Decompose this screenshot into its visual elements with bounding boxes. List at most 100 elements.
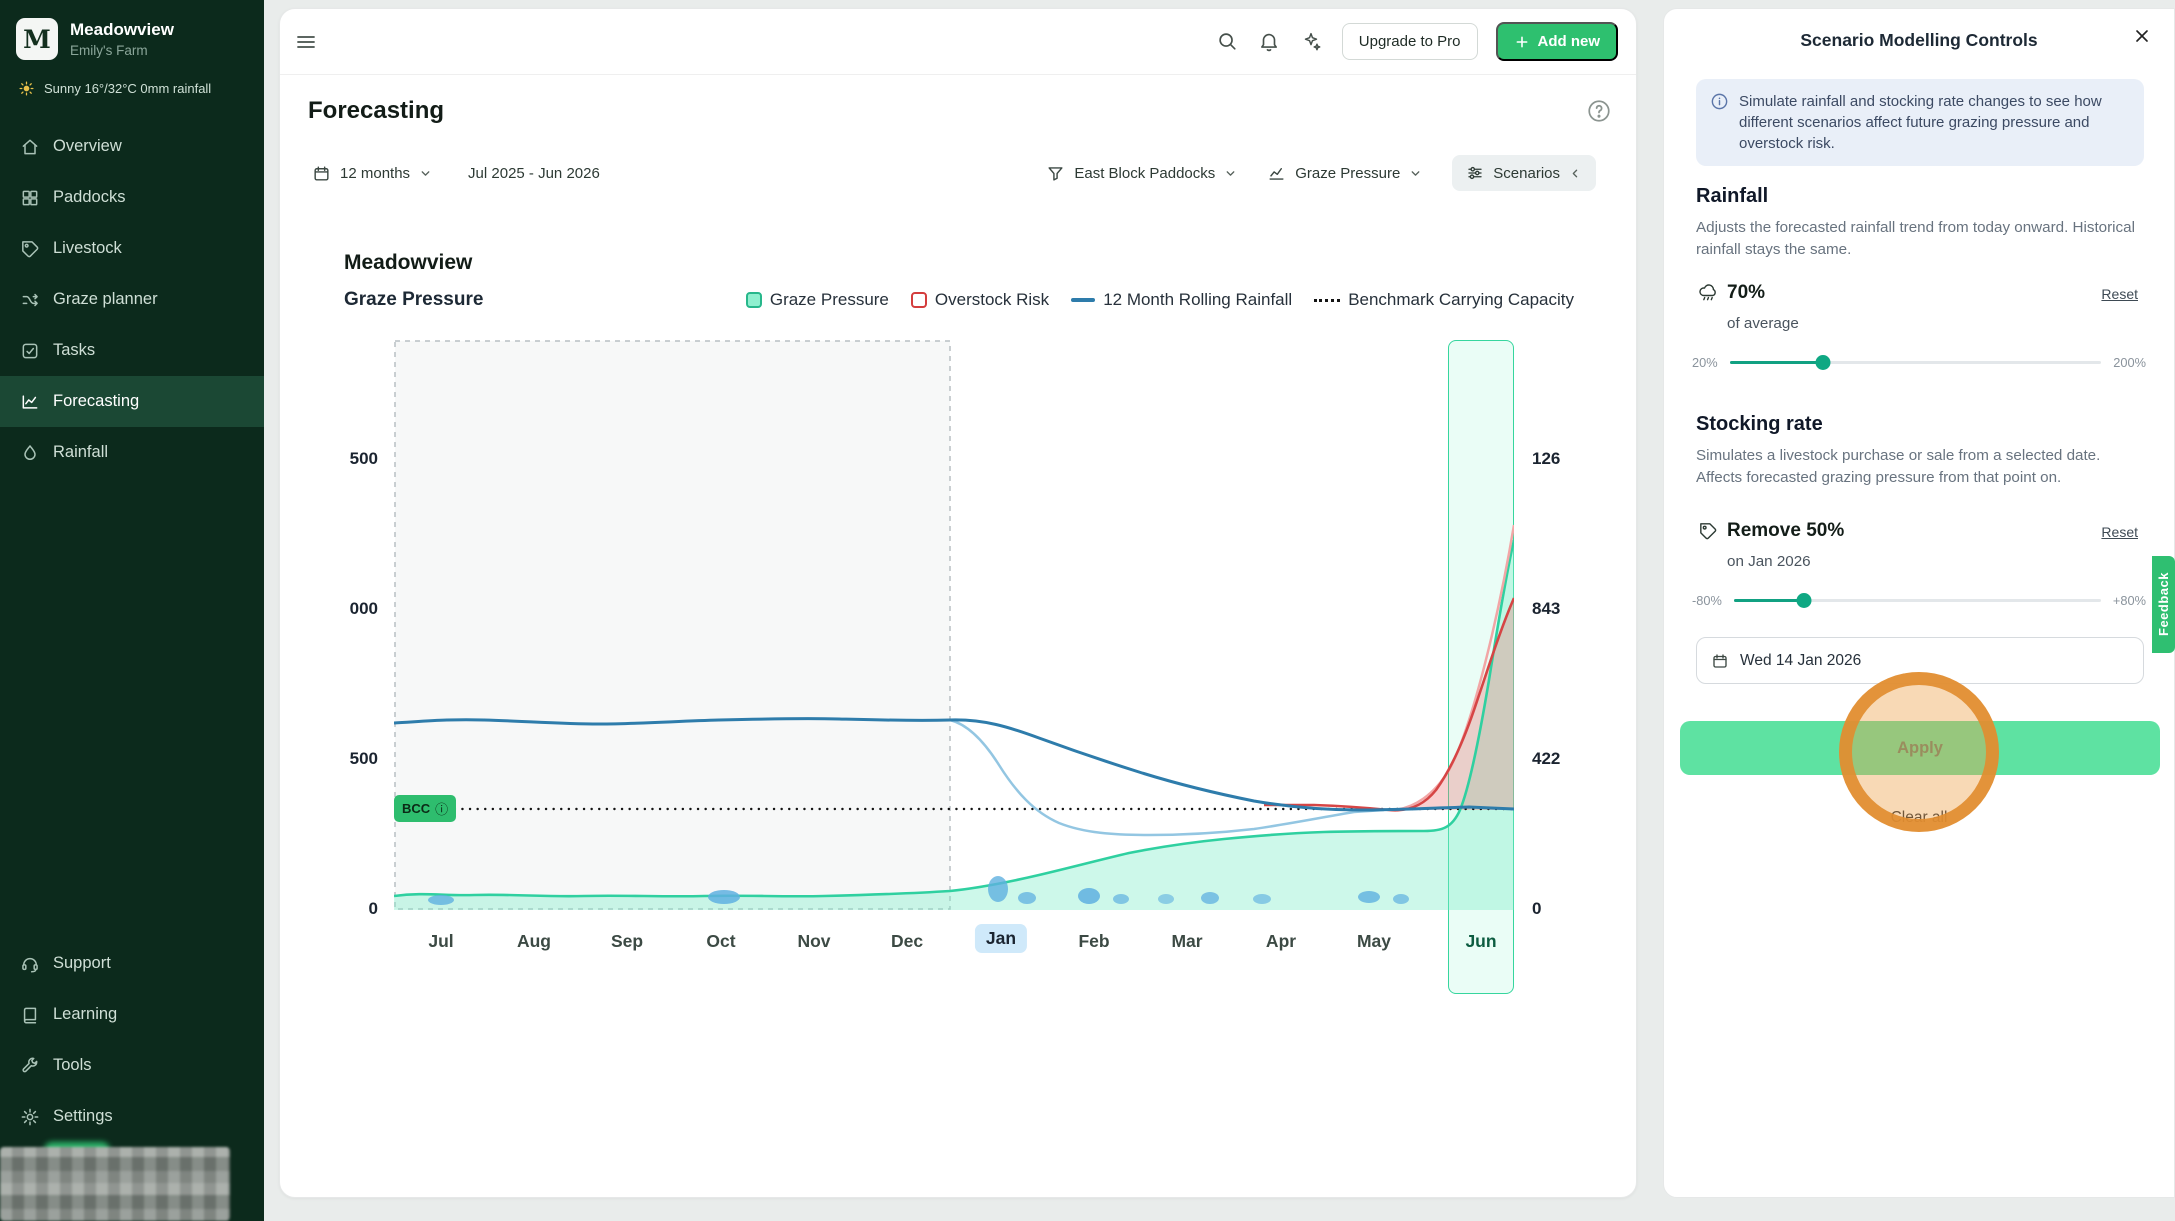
month-label-jul[interactable]: Jul (428, 931, 453, 952)
info-icon (1710, 92, 1729, 111)
rainfall-slider: 20% 200% (1692, 353, 2146, 371)
month-label-jun-selected[interactable]: Jun (1465, 931, 1496, 952)
stocking-slider-thumb[interactable] (1796, 593, 1811, 608)
sidebar-item-learning[interactable]: Learning (0, 989, 264, 1040)
teal-square-swatch (746, 292, 762, 308)
rainfall-value-sub: of average (1727, 315, 1799, 332)
feedback-tab[interactable]: Feedback (2152, 556, 2175, 653)
sidebar-item-label: Graze planner (53, 290, 158, 309)
clear-all-link[interactable]: Clear all (1664, 809, 2174, 827)
blurred-user-block (0, 1147, 230, 1221)
month-label-dec[interactable]: Dec (891, 931, 923, 952)
search-icon[interactable] (1216, 30, 1240, 54)
panel-title: Scenario Modelling Controls (1664, 30, 2174, 51)
month-label-oct[interactable]: Oct (706, 931, 735, 952)
scenario-info-box: Simulate rainfall and stocking rate chan… (1696, 79, 2144, 166)
headset-icon (20, 954, 40, 974)
stocking-slider-max: +80% (2113, 593, 2146, 608)
rainfall-heading: Rainfall (1696, 185, 1768, 208)
close-icon[interactable] (2132, 26, 2152, 46)
paddocks-label: East Block Paddocks (1074, 165, 1215, 182)
calendar-icon (1711, 652, 1729, 670)
sparkles-icon[interactable] (1300, 30, 1324, 54)
paddocks-select[interactable]: East Block Paddocks (1046, 164, 1237, 183)
date-range-label: 12 months (340, 165, 410, 182)
month-label-nov[interactable]: Nov (797, 931, 830, 952)
left-axis-tick: 0 (308, 899, 378, 919)
metric-select[interactable]: Graze Pressure (1267, 164, 1422, 183)
gear-icon (20, 1107, 40, 1127)
month-label-aug[interactable]: Aug (517, 931, 551, 952)
grid-icon (20, 188, 40, 208)
month-label-sep[interactable]: Sep (611, 931, 643, 952)
sidebar-item-label: Tasks (53, 341, 95, 360)
book-icon (20, 1005, 40, 1025)
sidebar-item-label: Rainfall (53, 443, 108, 462)
legend-rolling-rainfall: 12 Month Rolling Rainfall (1071, 290, 1292, 310)
rainfall-slider-thumb[interactable] (1815, 355, 1830, 370)
stocking-heading: Stocking rate (1696, 413, 1823, 436)
month-label-mar[interactable]: Mar (1171, 931, 1202, 952)
chart-legend: Graze Pressure Overstock Risk 12 Month R… (746, 290, 1574, 310)
sidebar-item-livestock[interactable]: Livestock (0, 223, 264, 274)
left-axis-tick: 000 (308, 599, 378, 619)
add-new-button[interactable]: Add new (1496, 22, 1619, 61)
sidebar-item-tools[interactable]: Tools (0, 1040, 264, 1091)
bcc-badge[interactable]: BCC ⓘ (394, 795, 456, 822)
chart-subtitle: Graze Pressure (344, 289, 483, 311)
sidebar-item-settings[interactable]: Settings (0, 1091, 264, 1142)
right-axis-tick: 843 (1532, 599, 1602, 619)
sidebar-item-rainfall[interactable]: Rainfall (0, 427, 264, 478)
calendar-icon (312, 164, 331, 183)
sidebar-item-graze-planner[interactable]: Graze planner (0, 274, 264, 325)
sun-icon (18, 80, 35, 97)
right-axis-tick: 126 (1532, 449, 1602, 469)
month-label-may[interactable]: May (1357, 931, 1391, 952)
rainfall-slider-track[interactable] (1730, 353, 2102, 371)
historical-region (395, 341, 950, 909)
sidebar-item-forecasting[interactable]: Forecasting (0, 376, 264, 427)
sidebar-nav: Overview Paddocks Livestock Graze planne… (0, 121, 264, 478)
farm-logo: M (16, 18, 58, 60)
stocking-date-input[interactable]: Wed 14 Jan 2026 (1696, 637, 2144, 684)
legend-overstock-risk: Overstock Risk (911, 290, 1049, 310)
route-icon (20, 290, 40, 310)
stocking-reset-link[interactable]: Reset (2101, 524, 2138, 540)
help-icon[interactable] (1586, 98, 1612, 124)
scenarios-button[interactable]: Scenarios (1452, 155, 1596, 191)
date-range-select[interactable]: 12 months (312, 164, 432, 183)
sidebar-item-tasks[interactable]: Tasks (0, 325, 264, 376)
sidebar-header: M Meadowview Emily's Farm (0, 0, 264, 70)
hamburger-menu-icon[interactable] (294, 30, 318, 54)
stocking-value: Remove 50% (1727, 520, 1844, 542)
chart-legend-row: Graze Pressure Graze Pressure Overstock … (344, 289, 1574, 311)
rainfall-slider-max: 200% (2113, 355, 2146, 370)
weather-text: Sunny 16°/32°C 0mm rainfall (44, 81, 211, 96)
bcc-label: BCC (402, 801, 430, 816)
notifications-bell-icon[interactable] (1258, 30, 1282, 54)
month-label-jan-highlighted[interactable]: Jan (975, 924, 1027, 953)
month-label-feb[interactable]: Feb (1078, 931, 1109, 952)
chart-metric-icon (1267, 164, 1286, 183)
sidebar-item-overview[interactable]: Overview (0, 121, 264, 172)
chart-plot[interactable] (394, 340, 1514, 910)
chevron-down-icon (1224, 167, 1237, 180)
sidebar-item-label: Paddocks (53, 188, 125, 207)
sidebar-item-label: Livestock (53, 239, 122, 258)
legend-benchmark-capacity: Benchmark Carrying Capacity (1314, 290, 1574, 310)
month-label-apr[interactable]: Apr (1266, 931, 1296, 952)
sidebar-item-label: Settings (53, 1107, 113, 1126)
sidebar-item-support[interactable]: Support (0, 938, 264, 989)
rainfall-reset-link[interactable]: Reset (2101, 286, 2138, 302)
stocking-slider-track[interactable] (1734, 591, 2101, 609)
apply-button[interactable]: Apply (1680, 721, 2160, 775)
upgrade-to-pro-button[interactable]: Upgrade to Pro (1342, 23, 1478, 60)
page-title: Forecasting (308, 97, 444, 125)
legend-graze-pressure: Graze Pressure (746, 290, 889, 310)
chevron-left-icon (1569, 167, 1582, 180)
plus-icon (1514, 34, 1530, 50)
stocking-date-value: Wed 14 Jan 2026 (1740, 652, 1861, 670)
scenario-info-text: Simulate rainfall and stocking rate chan… (1739, 91, 2130, 154)
sidebar-item-paddocks[interactable]: Paddocks (0, 172, 264, 223)
left-axis-tick: 500 (308, 749, 378, 769)
